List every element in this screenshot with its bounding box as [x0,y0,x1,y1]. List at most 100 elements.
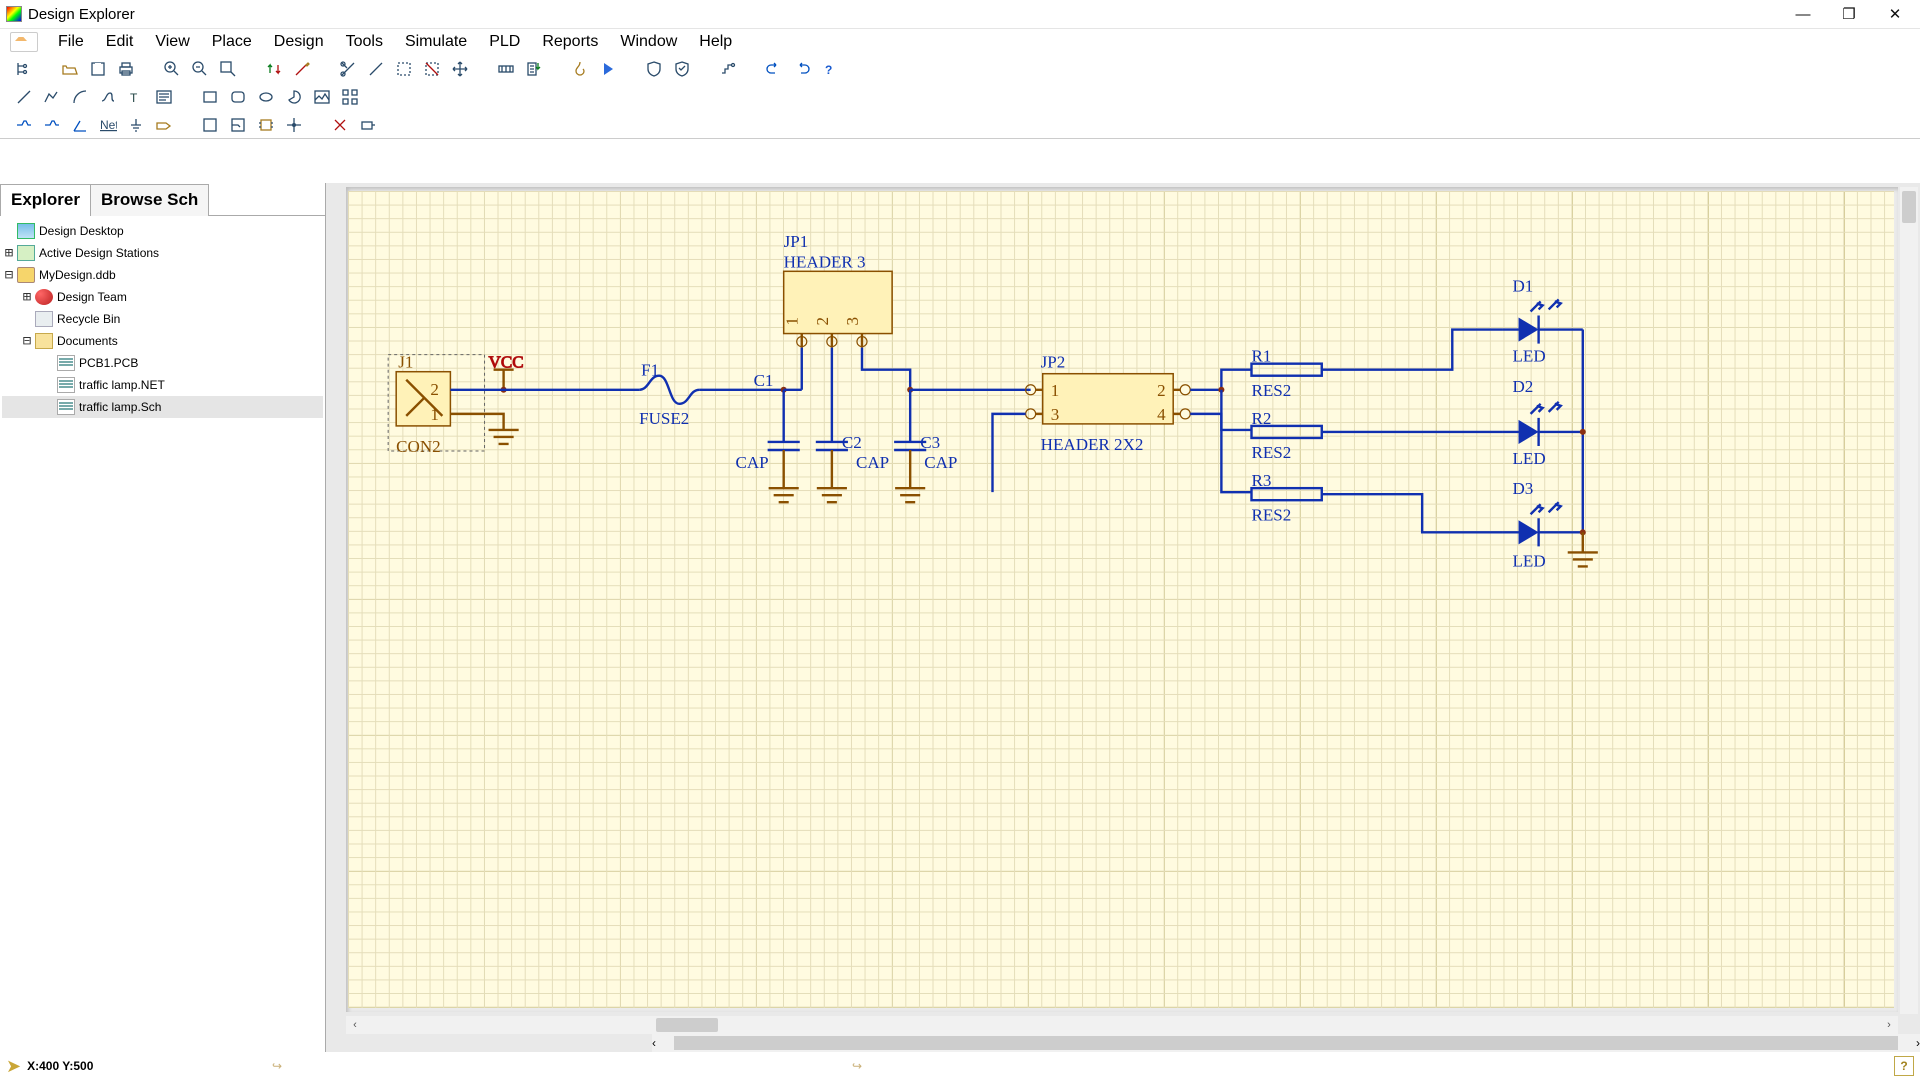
shield2-icon[interactable] [670,58,694,80]
schematic[interactable]: J1 CON2 2 1 VCC F1 FUSE2 [348,191,1894,974]
annotate-icon[interactable] [522,58,546,80]
app-icon [6,6,22,22]
ref-d2: D2 [1513,377,1534,396]
workspace-hscroll[interactable]: ‹ › [652,1034,1920,1052]
close-button[interactable]: ✕ [1872,0,1918,29]
svg-text:1: 1 [783,317,802,326]
menu-simulate[interactable]: Simulate [395,31,477,53]
sheet-entry-icon[interactable] [226,114,250,136]
open-icon[interactable] [58,58,82,80]
cross-probe-icon[interactable] [290,58,314,80]
status-help-button[interactable]: ? [1894,1056,1914,1076]
toolbar-draw: T [0,83,1920,111]
junction-icon[interactable] [282,114,306,136]
zoom-in-icon[interactable] [160,58,184,80]
power-port-icon[interactable] [568,58,592,80]
tab-explorer[interactable]: Explorer [0,184,91,216]
move-icon[interactable] [448,58,472,80]
tree-ddb[interactable]: ⊟MyDesign.ddb [2,264,323,286]
menu-view[interactable]: View [145,31,199,53]
scroll-right-icon[interactable]: › [1880,1016,1898,1034]
scroll-right-icon[interactable]: › [1916,1036,1920,1050]
line-icon[interactable] [12,86,36,108]
system-menu-icon[interactable] [10,32,38,52]
scroll-thumb[interactable] [656,1018,718,1032]
zoom-area-icon[interactable] [216,58,240,80]
menu-reports[interactable]: Reports [532,31,608,53]
zoom-out-icon[interactable] [188,58,212,80]
tree-file-pcb[interactable]: PCB1.PCB [2,352,323,374]
part-icon[interactable] [254,114,278,136]
menu-design[interactable]: Design [264,31,334,53]
menu-file[interactable]: File [48,31,94,53]
minimize-button[interactable]: — [1780,0,1826,29]
tree-root[interactable]: Design Desktop [2,220,323,242]
tree-toggle-icon[interactable] [12,58,36,80]
arc-icon[interactable] [68,86,92,108]
tree-recycle[interactable]: Recycle Bin [2,308,323,330]
ellipse-icon[interactable] [254,86,278,108]
menu-tools[interactable]: Tools [336,31,393,53]
bus-entry-icon[interactable] [68,114,92,136]
pie-icon[interactable] [282,86,306,108]
select-line-icon[interactable] [364,58,388,80]
canvas-hscroll[interactable]: ‹ › [346,1016,1898,1034]
run-icon[interactable] [596,58,620,80]
tree-file-net[interactable]: traffic lamp.NET [2,374,323,396]
tree-stations[interactable]: ⊞Active Design Stations [2,242,323,264]
menu-pld[interactable]: PLD [479,31,530,53]
array-icon[interactable] [338,86,362,108]
scroll-left-icon[interactable]: ‹ [346,1016,364,1034]
ref-jp2: JP2 [1041,353,1066,372]
menu-help[interactable]: Help [689,31,742,53]
window-title: Design Explorer [28,6,135,23]
scroll-thumb[interactable] [1902,191,1916,223]
no-erc-icon[interactable] [328,114,352,136]
svg-text:3: 3 [1051,405,1060,424]
netlabel-icon[interactable]: Net1 [96,114,120,136]
toggle-units-icon[interactable] [494,58,518,80]
text-icon[interactable]: T [124,86,148,108]
schematic-canvas[interactable]: J1 CON2 2 1 VCC F1 FUSE2 [346,187,1898,1012]
cut-wire-icon[interactable] [336,58,360,80]
tree-docs[interactable]: ⊟Documents [2,330,323,352]
sheet-symbol-icon[interactable] [198,114,222,136]
design-tree[interactable]: Design Desktop ⊞Active Design Stations ⊟… [0,216,325,1052]
probe-icon[interactable] [356,114,380,136]
svg-text:4: 4 [1157,405,1166,424]
select-area-icon[interactable] [392,58,416,80]
menu-place[interactable]: Place [202,31,262,53]
val-c2: CAP [856,453,889,472]
wire-icon[interactable] [12,114,36,136]
rect-icon[interactable] [198,86,222,108]
print-icon[interactable] [114,58,138,80]
step-icon[interactable] [716,58,740,80]
gnd-icon[interactable] [124,114,148,136]
roundrect-icon[interactable] [226,86,250,108]
port-icon[interactable] [152,114,176,136]
toolbar-main: ? [0,55,1920,83]
polyline-icon[interactable] [40,86,64,108]
scroll-left-icon[interactable]: ‹ [652,1036,656,1050]
shield1-icon[interactable] [642,58,666,80]
maximize-button[interactable]: ❐ [1826,0,1872,29]
text-frame-icon[interactable] [152,86,176,108]
image-icon[interactable] [310,86,334,108]
save-icon[interactable] [86,58,110,80]
ref-d1: D1 [1513,276,1534,295]
undo-icon[interactable] [762,58,786,80]
deselect-icon[interactable] [420,58,444,80]
bezier-icon[interactable] [96,86,120,108]
redo-icon[interactable] [790,58,814,80]
tab-browse-sch[interactable]: Browse Sch [90,184,209,216]
menu-window[interactable]: Window [610,31,687,53]
tree-team[interactable]: ⊞Design Team [2,286,323,308]
bus-icon[interactable] [40,114,64,136]
hierarchy-up-icon[interactable] [262,58,286,80]
scroll-thumb[interactable] [674,1036,1898,1050]
menu-bar: File Edit View Place Design Tools Simula… [0,29,1920,55]
canvas-vscroll[interactable]: ˄ [1900,187,1918,1014]
tree-file-sch[interactable]: traffic lamp.Sch [2,396,323,418]
help-icon[interactable]: ? [818,58,842,80]
menu-edit[interactable]: Edit [96,31,144,53]
